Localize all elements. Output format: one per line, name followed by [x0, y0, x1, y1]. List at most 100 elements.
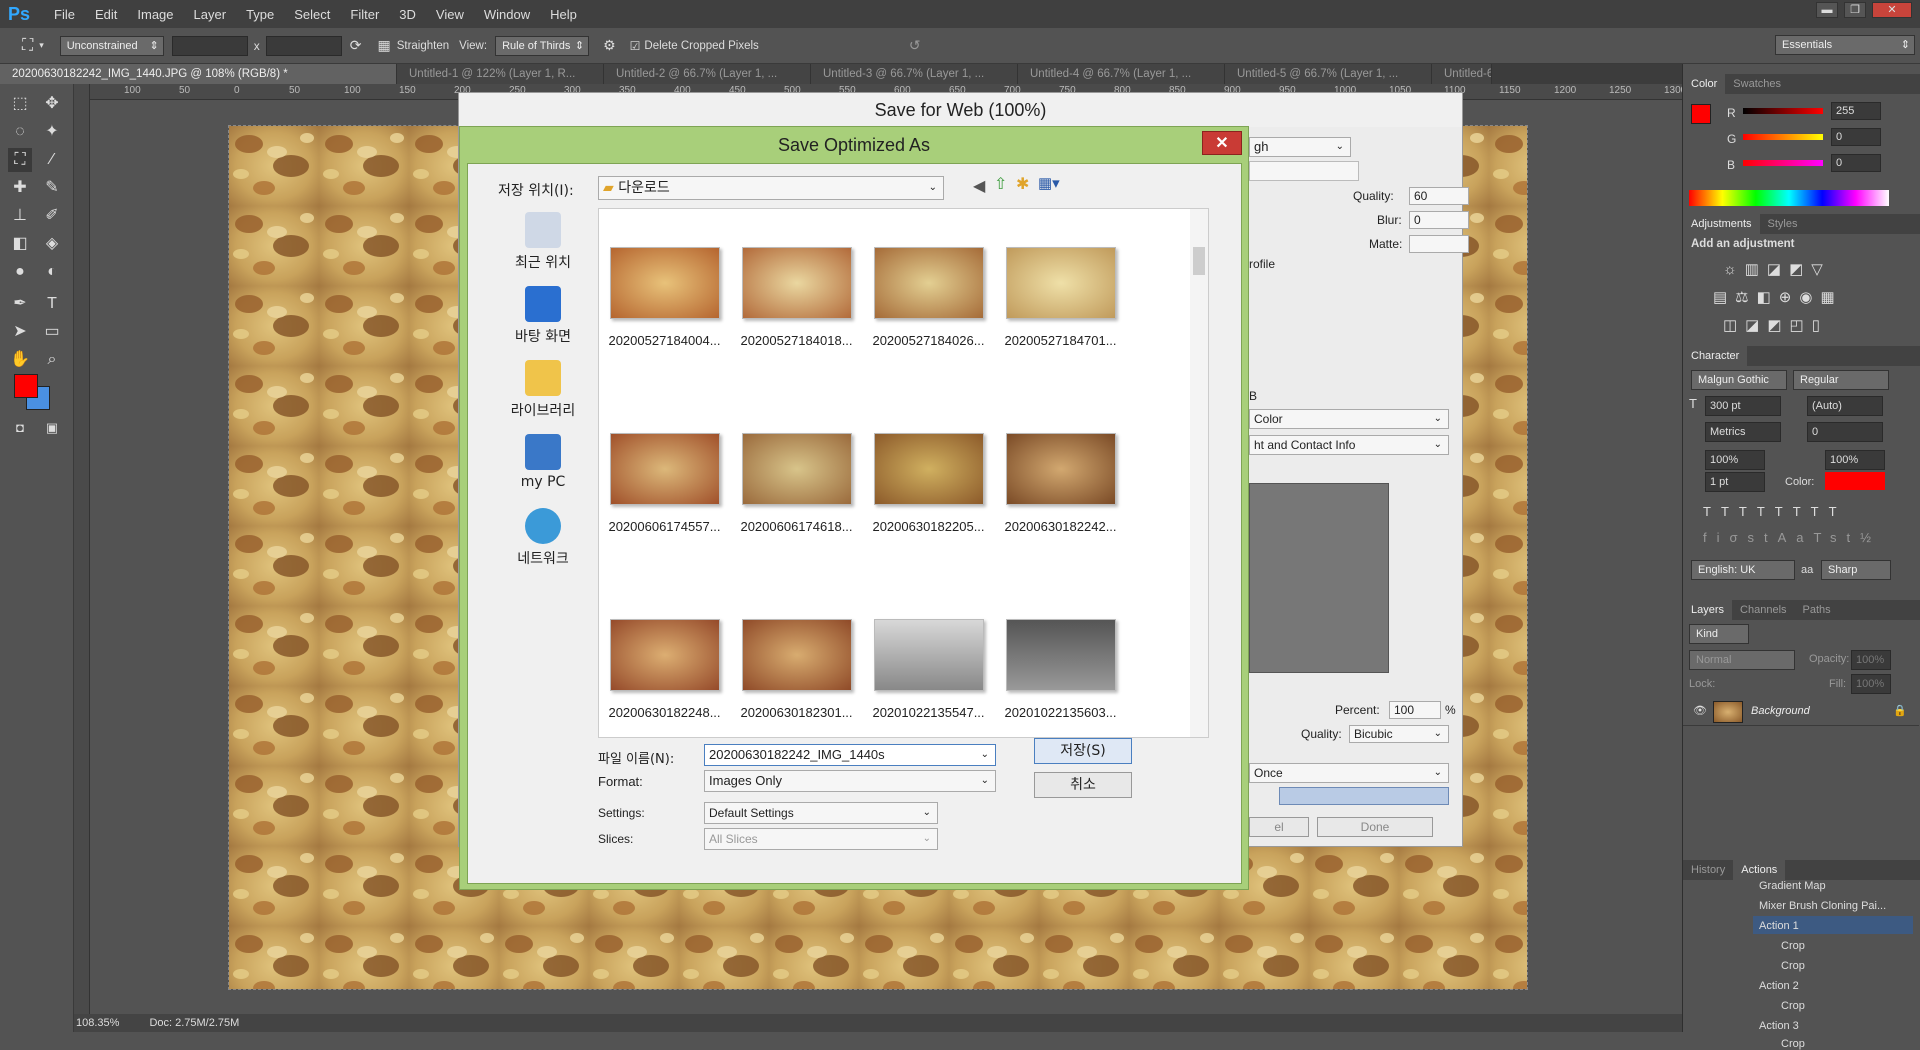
file-item[interactable]: 20200630182205... [871, 433, 986, 534]
tab-untitled-2[interactable]: Untitled-2 @ 66.7% (Layer 1, ... [604, 64, 811, 84]
restore-button[interactable]: ❐ [1844, 2, 1866, 18]
r-slider[interactable] [1743, 108, 1823, 114]
menu-layer[interactable]: Layer [184, 7, 237, 22]
leading-input[interactable]: (Auto) [1807, 396, 1883, 416]
path-select-icon[interactable]: ➤ [8, 320, 32, 344]
healing-brush-icon[interactable]: ✚ [8, 176, 32, 200]
action-step[interactable]: Crop [1781, 1038, 1805, 1050]
tab-swatches[interactable]: Swatches [1725, 74, 1789, 94]
foreground-color-swatch[interactable] [14, 374, 38, 398]
sfw-animation-controls[interactable] [1279, 787, 1449, 805]
place-library[interactable]: 라이브러리 [488, 360, 598, 420]
tab-untitled-4[interactable]: Untitled-4 @ 66.7% (Layer 1, ... [1018, 64, 1225, 84]
vertical-scale-input[interactable]: 100% [1705, 450, 1765, 470]
gear-icon[interactable]: ⚙ [603, 37, 616, 54]
straighten-label[interactable]: Straighten [397, 40, 449, 52]
blur-tool-icon[interactable]: ● [8, 260, 32, 284]
tab-untitled-6[interactable]: Untitled-6 @ 66.7% (와상표... [1432, 64, 1492, 84]
menu-image[interactable]: Image [127, 7, 183, 22]
blend-mode-select[interactable]: Normal [1689, 650, 1795, 670]
antialias-select[interactable]: Sharp [1821, 560, 1891, 580]
width-input[interactable] [171, 35, 248, 56]
file-item[interactable]: 20201022135547... [871, 619, 986, 720]
menu-3d[interactable]: 3D [389, 7, 426, 22]
font-family-select[interactable]: Malgun Gothic [1691, 370, 1787, 390]
font-style-select[interactable]: Regular [1793, 370, 1889, 390]
horizontal-scale-input[interactable]: 100% [1825, 450, 1885, 470]
place-desktop[interactable]: 바탕 화면 [488, 286, 598, 346]
up-folder-icon[interactable]: ⇧ [994, 174, 1007, 194]
place-recent[interactable]: 최근 위치 [488, 212, 598, 272]
action-item[interactable]: Mixer Brush Cloning Pai... [1759, 900, 1886, 912]
file-list-scrollbar[interactable] [1190, 209, 1208, 737]
layer-kind-filter[interactable]: Kind [1689, 624, 1749, 644]
format-select[interactable]: Images Only ⌄ [704, 770, 996, 792]
action-step[interactable]: Crop [1781, 1000, 1805, 1012]
tab-adjustments[interactable]: Adjustments [1683, 214, 1760, 234]
file-item[interactable]: 20200630182248... [607, 619, 722, 720]
file-item[interactable]: 20200527184018... [739, 247, 854, 348]
tab-channels[interactable]: Channels [1732, 600, 1794, 620]
menu-help[interactable]: Help [540, 7, 587, 22]
kerning-input[interactable]: Metrics [1705, 422, 1781, 442]
opacity-input[interactable]: 100% [1851, 650, 1891, 670]
view-select[interactable]: Rule of Thirds ⇕ [495, 35, 590, 56]
eraser-tool-icon[interactable]: ◧ [8, 232, 32, 256]
sfw-blur-input[interactable]: 0 [1409, 211, 1469, 229]
adjustment-icons-row-2[interactable]: ▤⚖◧⊕◉▦ [1713, 288, 1843, 306]
sfw-quality-input[interactable]: 60 [1409, 187, 1469, 205]
swap-icon[interactable]: ⟳ [350, 37, 362, 54]
action-step[interactable]: Crop [1781, 960, 1805, 972]
type-tool-icon[interactable]: T [40, 292, 64, 316]
sfw-percent-input[interactable]: 100 [1389, 701, 1441, 719]
tab-layers[interactable]: Layers [1683, 600, 1733, 620]
tab-untitled-1[interactable]: Untitled-1 @ 122% (Layer 1, R... [397, 64, 604, 84]
sfw-preset-select[interactable]: gh ⌄ [1249, 137, 1351, 157]
save-button[interactable]: 저장(S) [1034, 738, 1132, 764]
save-in-select[interactable]: ▰ 다운로드 ⌄ [598, 176, 944, 200]
lasso-tool-icon[interactable]: ◌ [8, 120, 32, 144]
tab-actions[interactable]: Actions [1733, 860, 1786, 880]
file-item[interactable]: 20200606174618... [739, 433, 854, 534]
ratio-select[interactable]: Unconstrained ⇕ [59, 35, 164, 56]
reset-icon[interactable]: ↺ [909, 37, 921, 54]
action-set[interactable]: Action 3 [1759, 1020, 1799, 1032]
sfw-resample-select[interactable]: Bicubic ⌄ [1349, 725, 1449, 743]
fill-input[interactable]: 100% [1851, 674, 1891, 694]
text-style-icons[interactable]: TTTTTTTT [1703, 504, 1847, 519]
place-network[interactable]: 네트워크 [488, 508, 598, 568]
height-input[interactable] [265, 35, 342, 56]
tab-document[interactable]: 20200630182242_IMG_1440.JPG @ 108% (RGB/… [0, 64, 397, 84]
file-item[interactable]: 20200630182242... [1003, 433, 1118, 534]
sfw-matte-select[interactable] [1409, 235, 1469, 253]
font-size-input[interactable]: 300 pt [1705, 396, 1781, 416]
zoom-tool-icon[interactable]: ⌕ [40, 348, 64, 372]
sfw-format-select[interactable] [1249, 161, 1359, 181]
language-select[interactable]: English: UK [1691, 560, 1795, 580]
shape-tool-icon[interactable]: ▭ [40, 320, 64, 344]
baseline-input[interactable]: 1 pt [1705, 472, 1765, 492]
delete-cropped-label[interactable]: Delete Cropped Pixels [644, 40, 758, 52]
menu-type[interactable]: Type [236, 7, 284, 22]
file-item[interactable]: 20201022135603... [1003, 619, 1118, 720]
place-my-pc[interactable]: my PC [488, 434, 598, 490]
adjustment-icons-row-3[interactable]: ◫◪◩◰▯ [1723, 316, 1828, 334]
sfw-loop-select[interactable]: Once ⌄ [1249, 763, 1449, 783]
eyedropper-icon[interactable]: ⁄ [40, 148, 64, 172]
eye-icon[interactable]: 👁 [1693, 704, 1707, 717]
back-icon[interactable]: ◀ [973, 176, 985, 196]
sfw-color-select[interactable]: Color ⌄ [1249, 409, 1449, 429]
tracking-input[interactable]: 0 [1807, 422, 1883, 442]
settings-select[interactable]: Default Settings ⌄ [704, 802, 938, 824]
hand-tool-icon[interactable]: ✋ [8, 348, 32, 372]
action-set[interactable]: Action 1 [1759, 920, 1799, 932]
history-brush-icon[interactable]: ✐ [40, 204, 64, 228]
brush-tool-icon[interactable]: ✎ [40, 176, 64, 200]
g-slider[interactable] [1743, 134, 1823, 140]
crop-tool-icon[interactable]: ⛶ [8, 148, 32, 172]
screen-mode-icon[interactable]: ▣ [40, 416, 64, 440]
g-input[interactable]: 0 [1831, 128, 1881, 146]
file-item[interactable]: 20200606174557... [607, 433, 722, 534]
tab-untitled-5[interactable]: Untitled-5 @ 66.7% (Layer 1, ... [1225, 64, 1432, 84]
sfw-cancel-button[interactable]: el [1249, 817, 1309, 837]
